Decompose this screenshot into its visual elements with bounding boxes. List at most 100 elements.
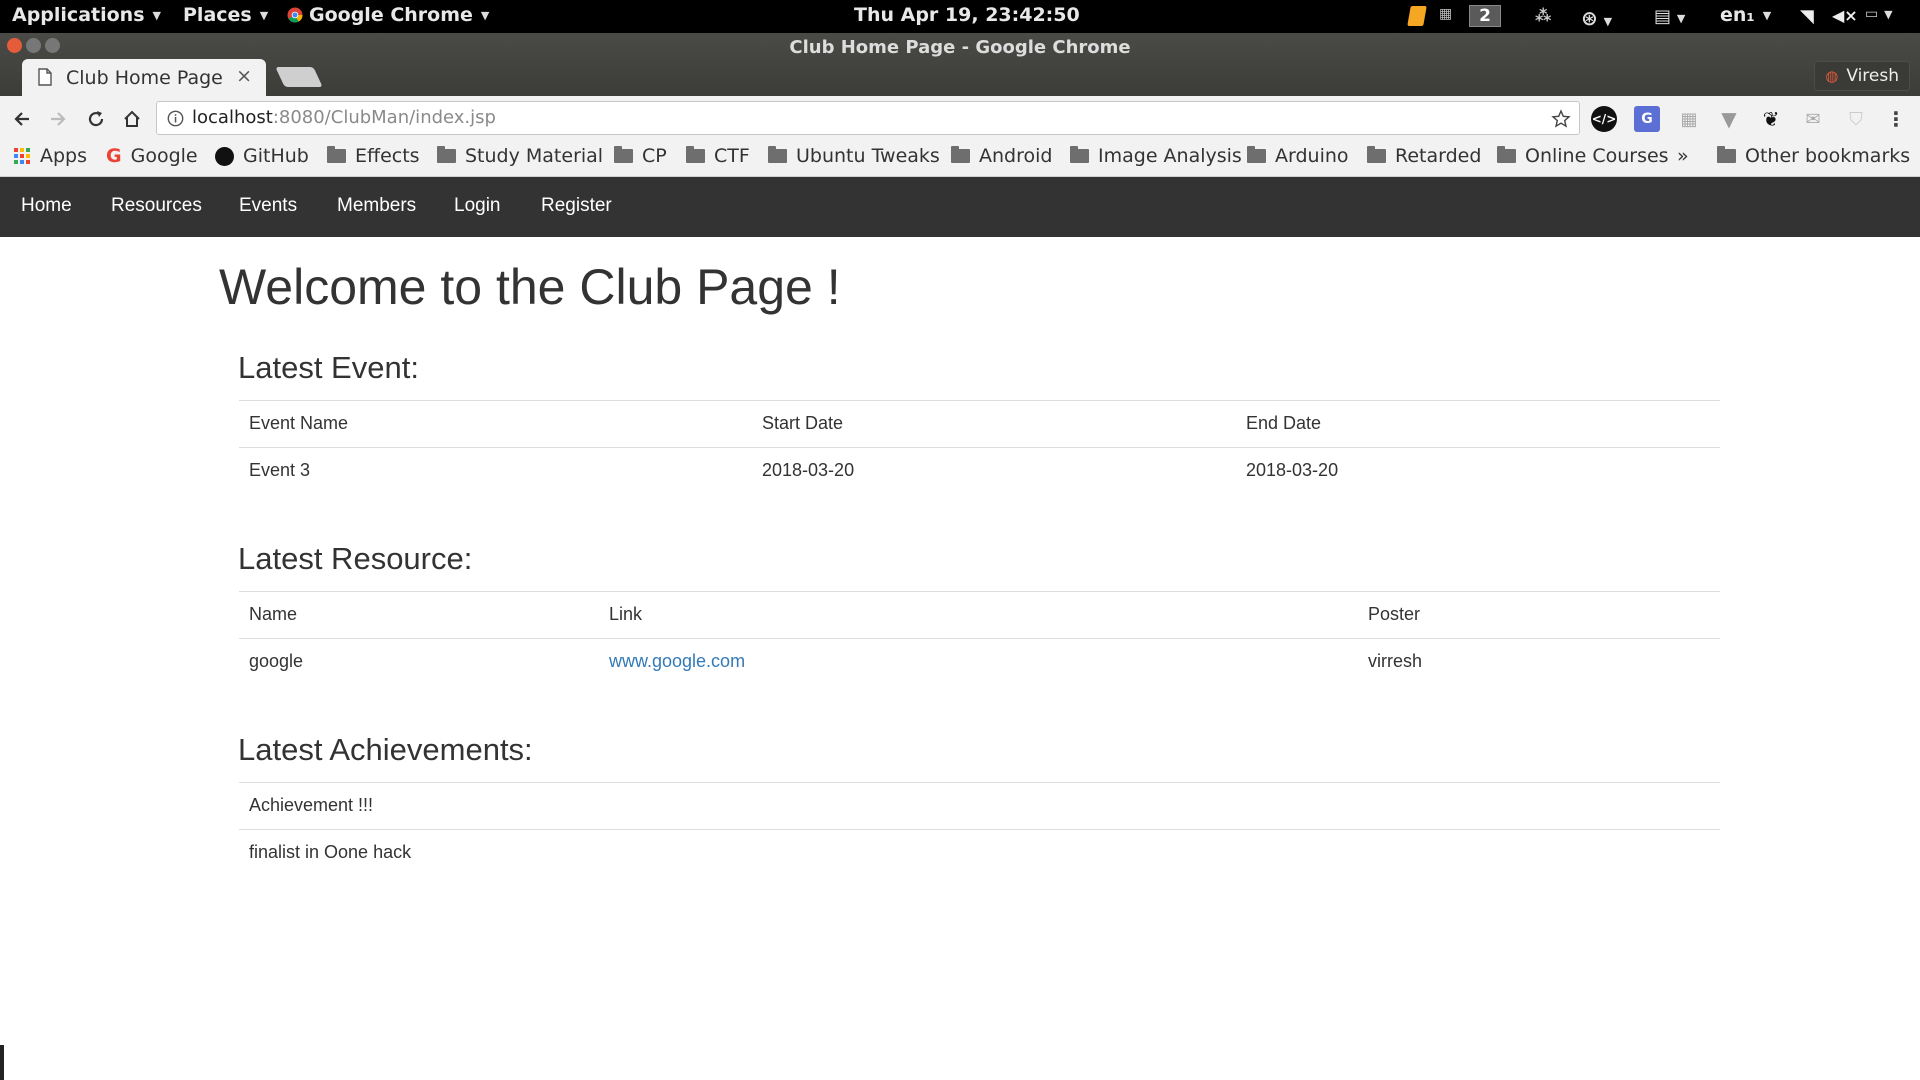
folder-icon	[768, 146, 787, 163]
latest-resource-heading: Latest Resource:	[238, 541, 473, 576]
bookmark-folder-image-analysis[interactable]: Image Analysis	[1070, 145, 1242, 167]
bookmarks-overflow-button[interactable]: »	[1677, 145, 1689, 167]
code-extension-icon[interactable]: </>	[1591, 106, 1617, 132]
latest-achievements-heading: Latest Achievements:	[238, 732, 533, 767]
forward-arrow-icon	[51, 112, 66, 126]
new-tab-button[interactable]	[275, 67, 323, 87]
workspace-number: 2	[1479, 6, 1491, 26]
chrome-icon	[287, 7, 303, 23]
latest-event-table: Event Name Start Date End Date Event 3 2…	[239, 400, 1720, 494]
tab-club-home-page[interactable]: Club Home Page ×	[22, 59, 266, 96]
profile-icon: ◍	[1825, 67, 1839, 85]
column-header: Start Date	[762, 413, 844, 433]
latest-achievements-table: Achievement !!! finalist in Oone hack	[239, 782, 1720, 876]
vue-extension-icon[interactable]: ▼	[1716, 106, 1742, 132]
back-button[interactable]	[6, 103, 38, 135]
nav-home[interactable]: Home	[21, 195, 72, 217]
screen-edge-handle	[0, 1045, 4, 1080]
column-header: Event Name	[249, 413, 349, 433]
bookmark-folder-android[interactable]: Android	[951, 145, 1052, 167]
folder-icon	[686, 146, 705, 163]
resource-link[interactable]: www.google.com	[609, 651, 745, 672]
list-item: finalist in Oone hack	[239, 829, 1720, 876]
bookmark-folder-effects[interactable]: Effects	[327, 145, 420, 167]
grid-icon[interactable]: ▦	[1439, 6, 1453, 26]
column-header: Link	[609, 604, 643, 624]
forward-button[interactable]	[42, 103, 74, 135]
bookmark-label: Other bookmarks	[1745, 145, 1911, 167]
shield-extension-icon[interactable]: ⛉	[1843, 106, 1869, 132]
mail-extension-icon[interactable]: ✉	[1800, 106, 1826, 132]
network-people-icon[interactable]: ⁂	[1535, 6, 1555, 26]
bookmark-label: CTF	[714, 145, 750, 167]
nav-events[interactable]: Events	[239, 195, 297, 217]
bookmark-label: Apps	[40, 145, 88, 167]
bookmark-label: CP	[642, 145, 667, 167]
clipboard-icon[interactable]: ▤ ▼	[1654, 6, 1694, 27]
nav-members[interactable]: Members	[337, 195, 416, 217]
chrome-app-menu[interactable]: Google Chrome ▼	[287, 4, 489, 26]
volume-muted-icon[interactable]: ◀×	[1832, 6, 1858, 26]
resource-poster-cell: virresh	[1368, 651, 1423, 671]
table-row: google www.google.com virresh	[239, 638, 1720, 685]
profile-button[interactable]: ◍ Viresh	[1814, 61, 1910, 91]
nav-login[interactable]: Login	[454, 195, 501, 217]
language-menu[interactable]: en₁ ▼	[1720, 4, 1771, 26]
bookmark-folder-ubuntu-tweaks[interactable]: Ubuntu Tweaks	[768, 145, 940, 167]
url-text: localhost:8080/ClubMan/index.jsp	[192, 107, 496, 128]
folder-icon	[1497, 146, 1516, 163]
clock-label: Thu Apr 19, 23:42:50	[854, 4, 1080, 26]
page-icon	[38, 68, 52, 86]
wifi-icon[interactable]: ◥	[1800, 6, 1820, 27]
bookmark-folder-study-material[interactable]: Study Material	[437, 145, 603, 167]
gnome-extension-icon[interactable]: ❦	[1758, 106, 1784, 132]
caret-down-icon: ▼	[152, 8, 161, 22]
achievement-text: Achievement !!!	[249, 795, 374, 815]
folder-icon	[437, 146, 456, 163]
places-label: Places	[183, 4, 252, 26]
table-header-row: Name Link Poster	[239, 591, 1720, 638]
nav-resources[interactable]: Resources	[111, 195, 202, 217]
caret-down-icon: ▼	[1762, 8, 1772, 22]
chrome-menu-icon[interactable]: ⋮	[1883, 106, 1909, 132]
translate-extension-icon[interactable]: G	[1634, 106, 1660, 132]
bookmark-folder-ctf[interactable]: CTF	[686, 145, 750, 167]
keyboard-extension-icon[interactable]: ▦	[1676, 106, 1702, 132]
nav-register[interactable]: Register	[541, 195, 612, 217]
bookmark-github[interactable]: GitHub	[215, 145, 309, 167]
back-arrow-icon	[14, 112, 29, 126]
accessibility-icon[interactable]: ⊛ ▼	[1581, 6, 1621, 30]
bookmark-folder-online-courses[interactable]: Online Courses	[1497, 145, 1669, 167]
home-button[interactable]	[116, 103, 148, 135]
site-navbar: Home Resources Events Members Login Regi…	[0, 177, 1920, 237]
end-date-cell: 2018-03-20	[1246, 460, 1339, 480]
google-icon: G	[106, 145, 122, 167]
url-host: localhost	[192, 107, 273, 128]
reload-button[interactable]	[80, 103, 112, 135]
home-icon	[124, 110, 140, 127]
bookmark-folder-arduino[interactable]: Arduino	[1247, 145, 1349, 167]
battery-icon[interactable]: ▭ ▼	[1865, 6, 1909, 26]
profile-name: Viresh	[1846, 66, 1899, 86]
latest-event-heading: Latest Event:	[238, 350, 419, 385]
workspace-indicator[interactable]: 2	[1469, 5, 1501, 27]
notes-icon[interactable]	[1407, 6, 1427, 26]
folder-icon	[1717, 146, 1736, 163]
bookmark-google[interactable]: G Google	[106, 145, 198, 167]
table-header-row: Event Name Start Date End Date	[239, 400, 1720, 447]
bookmark-folder-other-bookmarks[interactable]: Other bookmarks	[1717, 145, 1910, 167]
bookmark-folder-retarded[interactable]: Retarded	[1367, 145, 1481, 167]
start-date-cell: 2018-03-20	[762, 460, 855, 480]
bookmark-star-icon[interactable]	[1551, 109, 1571, 129]
clock[interactable]: Thu Apr 19, 23:42:50	[854, 4, 1080, 26]
places-menu[interactable]: Places ▼	[183, 4, 268, 26]
close-tab-icon[interactable]: ×	[236, 65, 252, 87]
folder-icon	[951, 146, 970, 163]
info-icon	[167, 110, 184, 127]
address-bar[interactable]: localhost:8080/ClubMan/index.jsp	[156, 101, 1580, 135]
bookmark-apps[interactable]: Apps	[13, 145, 87, 167]
chrome-app-label: Google Chrome	[309, 4, 473, 26]
bookmark-label: Retarded	[1395, 145, 1482, 167]
applications-menu[interactable]: Applications ▼	[12, 4, 161, 26]
bookmark-folder-cp[interactable]: CP	[614, 145, 667, 167]
